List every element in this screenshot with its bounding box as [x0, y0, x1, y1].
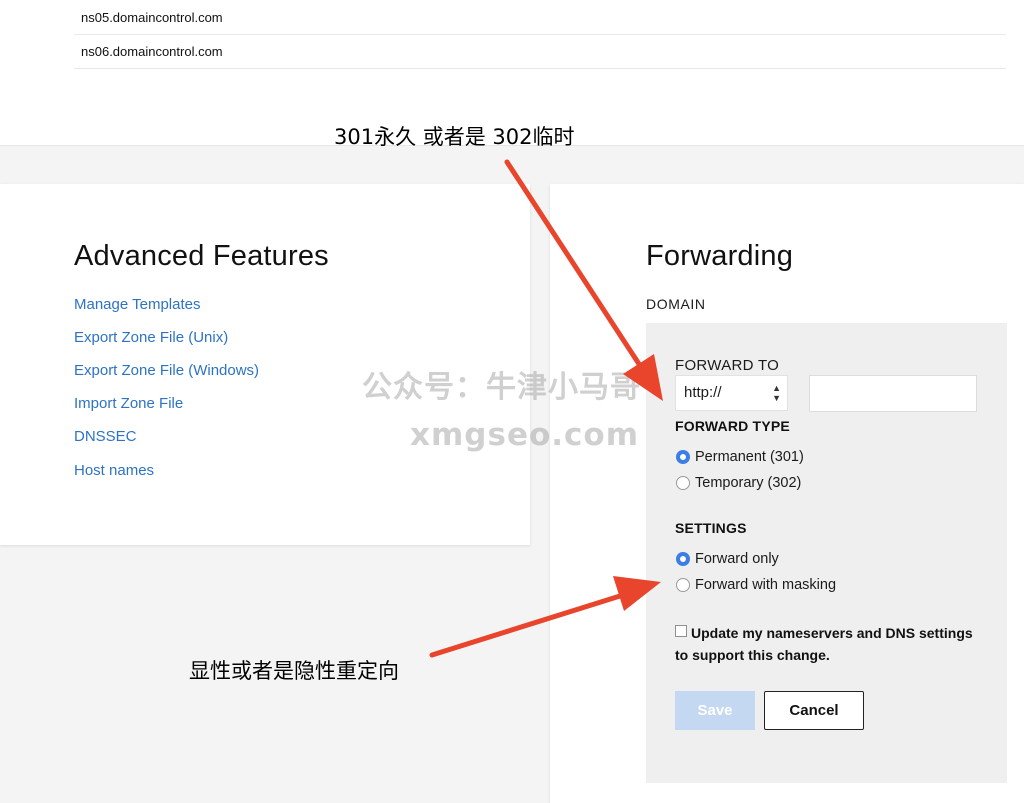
arrow-line-bottom	[429, 593, 623, 658]
annotation-masking: 显性或者是隐性重定向	[189, 659, 399, 683]
arrow-head-bottom-icon	[613, 576, 661, 611]
arrow-head-top-icon	[623, 354, 663, 401]
annotation-redirect-type: 301永久 或者是 302临时	[334, 125, 575, 149]
arrow-line-top	[504, 159, 642, 367]
